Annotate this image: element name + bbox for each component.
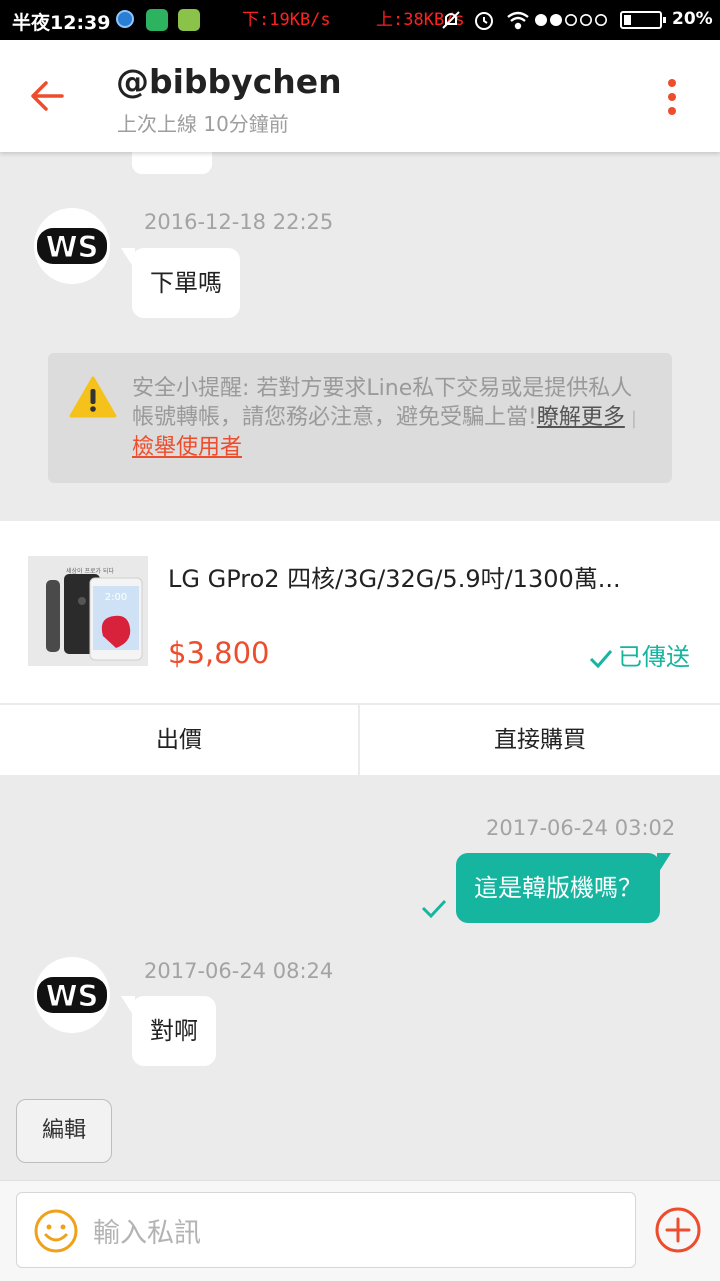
avatar[interactable]: WS: [34, 208, 110, 284]
avatar[interactable]: WS: [34, 957, 110, 1033]
chat-partner-name: @bibbychen: [116, 62, 342, 101]
product-image: 세상이 프로가 되다 2:00: [28, 556, 148, 666]
status-indicators: [442, 11, 608, 30]
safety-notice-text: 安全小提醒: 若對方要求Line私下交易或是提供私人帳號轉帳，請您務必注意，避免…: [132, 376, 637, 460]
message-timestamp: 2017-06-24 03:02: [486, 816, 676, 840]
game-app-icon: [178, 9, 200, 31]
product-price: $3,800: [168, 636, 270, 670]
chat-header: @bibbychen 上次上線 10分鐘前: [0, 40, 720, 152]
message-input-bar: 輸入私訊: [0, 1180, 720, 1281]
svg-text:세상이 프로가 되다: 세상이 프로가 되다: [66, 567, 114, 575]
battery-percent: 20%: [672, 9, 713, 29]
message-timestamp: 2017-06-24 08:24: [144, 959, 334, 983]
learn-more-link[interactable]: 瞭解更多: [537, 405, 625, 430]
check-icon: [589, 650, 613, 669]
svg-text:2:00: 2:00: [105, 592, 127, 603]
edit-button[interactable]: 編輯: [16, 1099, 112, 1163]
outgoing-message-bubble[interactable]: 這是韓版機嗎？: [456, 853, 671, 923]
status-time: 半夜12:39: [12, 12, 111, 34]
incoming-message-bubble[interactable]: 對啊: [121, 996, 216, 1066]
sent-status: 已傳送: [588, 637, 690, 672]
wifi-icon: [507, 11, 529, 30]
battery-icon: [620, 11, 666, 29]
read-check-icon: [421, 899, 447, 919]
more-menu-button[interactable]: [660, 76, 684, 120]
product-card[interactable]: 세상이 프로가 되다 2:00 LG GPro2 四核/3G/32G/5.9吋/…: [0, 521, 720, 703]
message-timestamp: 2016-12-18 22:25: [144, 210, 334, 234]
more-vertical-icon: [668, 79, 676, 87]
svg-text:WS: WS: [46, 230, 99, 264]
app-notification-icon: [116, 10, 134, 28]
status-bar: 半夜12:39 下:19KB/s 上:38KB/s 20%: [0, 0, 720, 40]
smiley-icon[interactable]: [33, 1208, 79, 1254]
product-title: LG GPro2 四核/3G/32G/5.9吋/1300萬...: [168, 565, 621, 593]
ws-logo-avatar: WS: [37, 977, 107, 1014]
download-speed: 下:19KB/s: [242, 10, 331, 30]
svg-text:WS: WS: [46, 979, 99, 1013]
incoming-message-bubble[interactable]: 下單嗎: [121, 248, 240, 318]
message-input[interactable]: 輸入私訊: [16, 1192, 636, 1268]
security-app-icon: [146, 9, 168, 31]
alarm-icon: [475, 12, 493, 30]
safety-notice: 安全小提醒: 若對方要求Line私下交易或是提供私人帳號轉帳，請您務必注意，避免…: [48, 353, 672, 483]
product-actions: 出價 直接購買: [0, 705, 720, 775]
warning-icon: [69, 376, 117, 418]
back-arrow-icon: [31, 81, 64, 111]
ws-logo-avatar: WS: [37, 228, 107, 265]
make-offer-button[interactable]: 出價: [0, 705, 358, 775]
report-user-link[interactable]: 檢舉使用者: [132, 435, 242, 460]
input-placeholder: 輸入私訊: [93, 1218, 201, 1249]
last-online-status: 上次上線 10分鐘前: [117, 112, 289, 136]
buy-now-button[interactable]: 直接購買: [360, 705, 720, 775]
signal-dots-icon: [535, 14, 608, 26]
plus-circle-icon[interactable]: [654, 1206, 702, 1254]
back-button[interactable]: [24, 72, 72, 120]
mute-icon: [442, 11, 460, 29]
